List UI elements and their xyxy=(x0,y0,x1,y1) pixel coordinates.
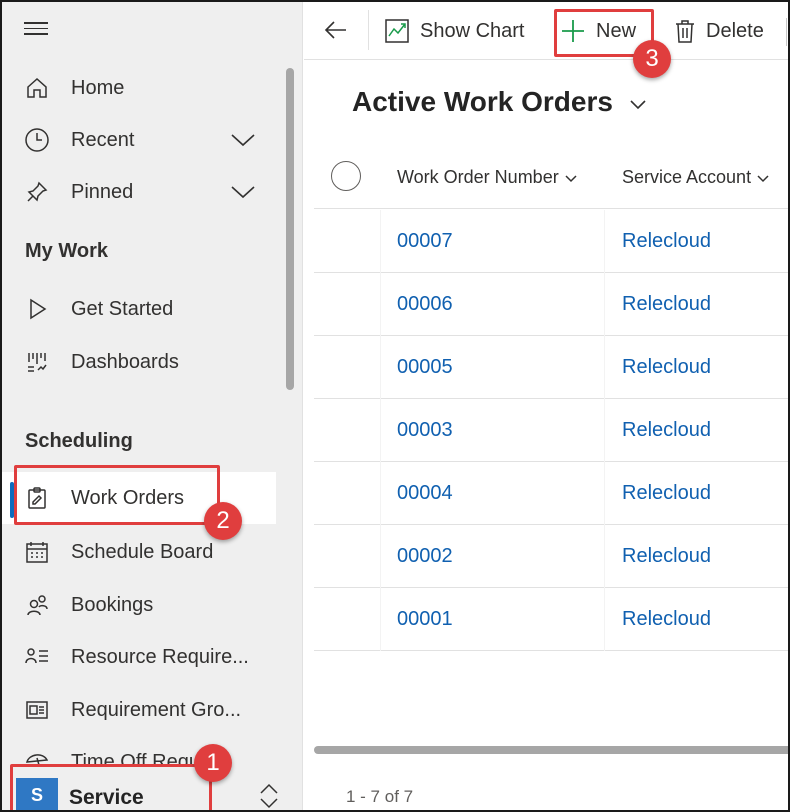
annotation-box-work-orders xyxy=(14,465,220,525)
sidebar-item-requirement-groups[interactable]: Requirement Gro... xyxy=(2,688,276,732)
sidebar-item-bookings[interactable]: Bookings xyxy=(2,583,276,627)
work-order-number-link[interactable]: 00004 xyxy=(397,482,453,505)
app-window: Home Recent Pinned My Work Get Started D… xyxy=(0,0,790,812)
chevron-down-icon[interactable] xyxy=(230,127,256,153)
table-row[interactable]: 00006 Relecloud xyxy=(314,273,788,336)
annotation-badge-1: 1 xyxy=(194,744,232,782)
sidebar-item-label: Recent xyxy=(71,128,135,151)
sidebar-item-dashboards[interactable]: Dashboards xyxy=(2,340,276,384)
people-icon xyxy=(24,592,50,618)
chevron-up-down-icon[interactable] xyxy=(258,782,280,810)
column-header-label: Service Account xyxy=(622,167,752,187)
service-account-link[interactable]: Relecloud xyxy=(622,545,711,568)
sidebar-item-label: Dashboards xyxy=(71,350,179,373)
column-header-work-order-number[interactable]: Work Order Number xyxy=(397,167,577,188)
work-order-number-link[interactable]: 00007 xyxy=(397,230,453,253)
grid-header: Work Order Number Service Account xyxy=(314,147,788,209)
sidebar-item-home[interactable]: Home xyxy=(2,66,276,110)
sidebar-item-schedule-board[interactable]: Schedule Board xyxy=(2,530,276,574)
work-order-number-link[interactable]: 00002 xyxy=(397,545,453,568)
table-row[interactable]: 00005 Relecloud xyxy=(314,336,788,399)
sidebar-item-label: Get Started xyxy=(71,297,174,320)
dashboard-icon xyxy=(24,349,50,375)
calendar-icon xyxy=(24,539,50,565)
record-count: 1 - 7 of 7 xyxy=(346,787,414,806)
sidebar-item-resource-requirements[interactable]: Resource Require... xyxy=(2,635,276,679)
pin-icon xyxy=(24,179,50,205)
delete-button[interactable]: Delete xyxy=(674,2,764,60)
home-icon xyxy=(24,75,50,101)
service-account-link[interactable]: Relecloud xyxy=(622,419,711,442)
chevron-down-icon xyxy=(565,172,577,184)
sidebar-item-label: Bookings xyxy=(71,593,154,616)
command-bar: Show Chart New Delete xyxy=(304,2,788,60)
column-header-label: Work Order Number xyxy=(397,167,559,187)
work-order-number-link[interactable]: 00005 xyxy=(397,356,453,379)
sidebar-item-label: Schedule Board xyxy=(71,540,214,563)
work-order-number-link[interactable]: 00003 xyxy=(397,419,453,442)
sidebar-item-label: Pinned xyxy=(71,180,134,203)
table-row[interactable]: 00002 Relecloud xyxy=(314,525,788,588)
chevron-down-icon[interactable] xyxy=(230,179,256,205)
service-account-link[interactable]: Relecloud xyxy=(622,293,711,316)
service-account-link[interactable]: Relecloud xyxy=(622,230,711,253)
sidebar-item-recent[interactable]: Recent xyxy=(2,118,276,162)
toolbar-divider xyxy=(368,10,369,50)
chart-icon xyxy=(384,18,410,44)
hamburger-menu-icon[interactable] xyxy=(24,22,48,36)
work-order-number-link[interactable]: 00001 xyxy=(397,608,453,631)
sidebar-scrollbar[interactable] xyxy=(286,68,294,390)
person-list-icon xyxy=(24,644,50,670)
service-account-link[interactable]: Relecloud xyxy=(622,356,711,379)
clock-icon xyxy=(24,127,50,153)
delete-label: Delete xyxy=(706,19,764,42)
table-row[interactable]: 00004 Relecloud xyxy=(314,462,788,525)
table-row[interactable]: 00003 Relecloud xyxy=(314,399,788,462)
work-order-number-link[interactable]: 00006 xyxy=(397,293,453,316)
view-title[interactable]: Active Work Orders xyxy=(352,86,613,118)
select-all-checkbox[interactable] xyxy=(331,161,361,191)
service-account-link[interactable]: Relecloud xyxy=(622,482,711,505)
section-header-my-work: My Work xyxy=(25,240,108,262)
play-icon xyxy=(24,296,50,322)
annotation-box-service xyxy=(10,764,212,810)
annotation-badge-3: 3 xyxy=(633,40,671,78)
back-arrow-icon[interactable] xyxy=(322,16,350,44)
sidebar-item-label: Home xyxy=(71,76,125,99)
chevron-down-icon xyxy=(757,172,769,184)
id-card-icon xyxy=(24,697,50,723)
sidebar: Home Recent Pinned My Work Get Started D… xyxy=(2,2,303,810)
service-account-link[interactable]: Relecloud xyxy=(622,608,711,631)
grid-horizontal-scrollbar[interactable] xyxy=(314,746,788,754)
sidebar-item-label: Requirement Gro... xyxy=(71,698,242,721)
table-row[interactable]: 00007 Relecloud xyxy=(314,210,788,273)
toolbar-divider xyxy=(786,18,787,46)
sidebar-item-get-started[interactable]: Get Started xyxy=(2,287,276,331)
show-chart-button[interactable]: Show Chart xyxy=(384,2,525,60)
annotation-badge-2: 2 xyxy=(204,502,242,540)
sidebar-item-pinned[interactable]: Pinned xyxy=(2,170,276,214)
sidebar-item-label: Resource Require... xyxy=(71,645,249,668)
column-header-service-account[interactable]: Service Account xyxy=(622,167,769,188)
trash-icon xyxy=(674,18,696,44)
main-content: Show Chart New Delete Active Work Orders xyxy=(304,2,788,810)
section-header-scheduling: Scheduling xyxy=(25,430,133,452)
table-row[interactable]: 00001 Relecloud xyxy=(314,588,788,651)
chevron-down-icon[interactable] xyxy=(628,94,648,119)
show-chart-label: Show Chart xyxy=(420,19,525,42)
